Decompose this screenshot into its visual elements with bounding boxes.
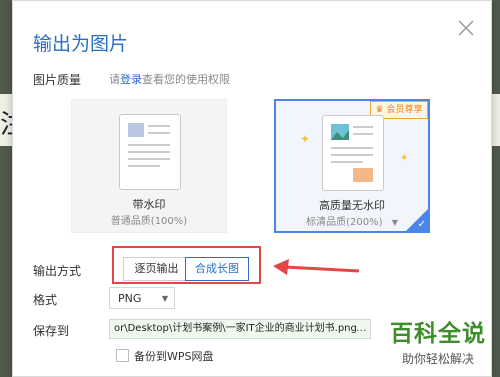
- card-title: 带水印: [132, 198, 166, 211]
- site-watermark: 百科全说 助你轻松解决: [386, 314, 490, 367]
- output-mode-label: 输出方式: [33, 264, 82, 278]
- browse-button[interactable]: ...: [356, 321, 367, 334]
- backup-label: 备份到WPS网盘: [134, 350, 214, 363]
- save-to-label: 保存到: [33, 324, 70, 338]
- quality-hint-suffix: 查看您的使用权限: [142, 73, 230, 86]
- check-icon: ✓: [417, 219, 426, 230]
- save-path-field[interactable]: or\Desktop\计划书案例\一家IT企业的商业计划书.png: [109, 319, 371, 339]
- chevron-down-icon: ▼: [161, 294, 168, 303]
- card-subtitle: 普通品质(100%): [110, 216, 188, 227]
- format-select[interactable]: PNG ▼: [109, 287, 175, 309]
- backup-checkbox[interactable]: [116, 349, 129, 362]
- long-image-button[interactable]: 合成长图: [185, 257, 249, 281]
- dropdown-arrow-icon[interactable]: ▼: [392, 218, 398, 227]
- red-arrow-annotation: [273, 259, 360, 275]
- card-subtitle-text: 标清品质(200%): [306, 217, 383, 228]
- quality-hint: 请登录查看您的使用权限: [109, 71, 230, 87]
- quality-hint-prefix: 请: [109, 73, 120, 86]
- format-label: 格式: [33, 293, 58, 307]
- format-value: PNG: [118, 292, 142, 305]
- watermark-card[interactable]: 带水印 普通品质(100%): [71, 99, 227, 233]
- close-icon: [458, 20, 474, 36]
- svg-text:✦: ✦: [300, 132, 310, 146]
- no-watermark-card[interactable]: ♛ 会员尊享 ✦ ✦ 高质量无水印 标清品质(200%) ▼ ✓: [274, 99, 430, 233]
- watermark-subtitle: 助你轻松解决: [401, 352, 474, 366]
- svg-text:✦: ✦: [400, 153, 408, 164]
- document-icon: [119, 114, 181, 190]
- login-link[interactable]: 登录: [120, 73, 142, 86]
- quality-label: 图片质量: [33, 73, 82, 87]
- document-icon: [322, 115, 384, 191]
- watermark-title: 百科全说: [390, 321, 486, 347]
- dialog-title: 输出为图片: [33, 33, 129, 55]
- page-by-page-button[interactable]: 逐页输出: [123, 257, 190, 281]
- close-button[interactable]: [455, 17, 477, 39]
